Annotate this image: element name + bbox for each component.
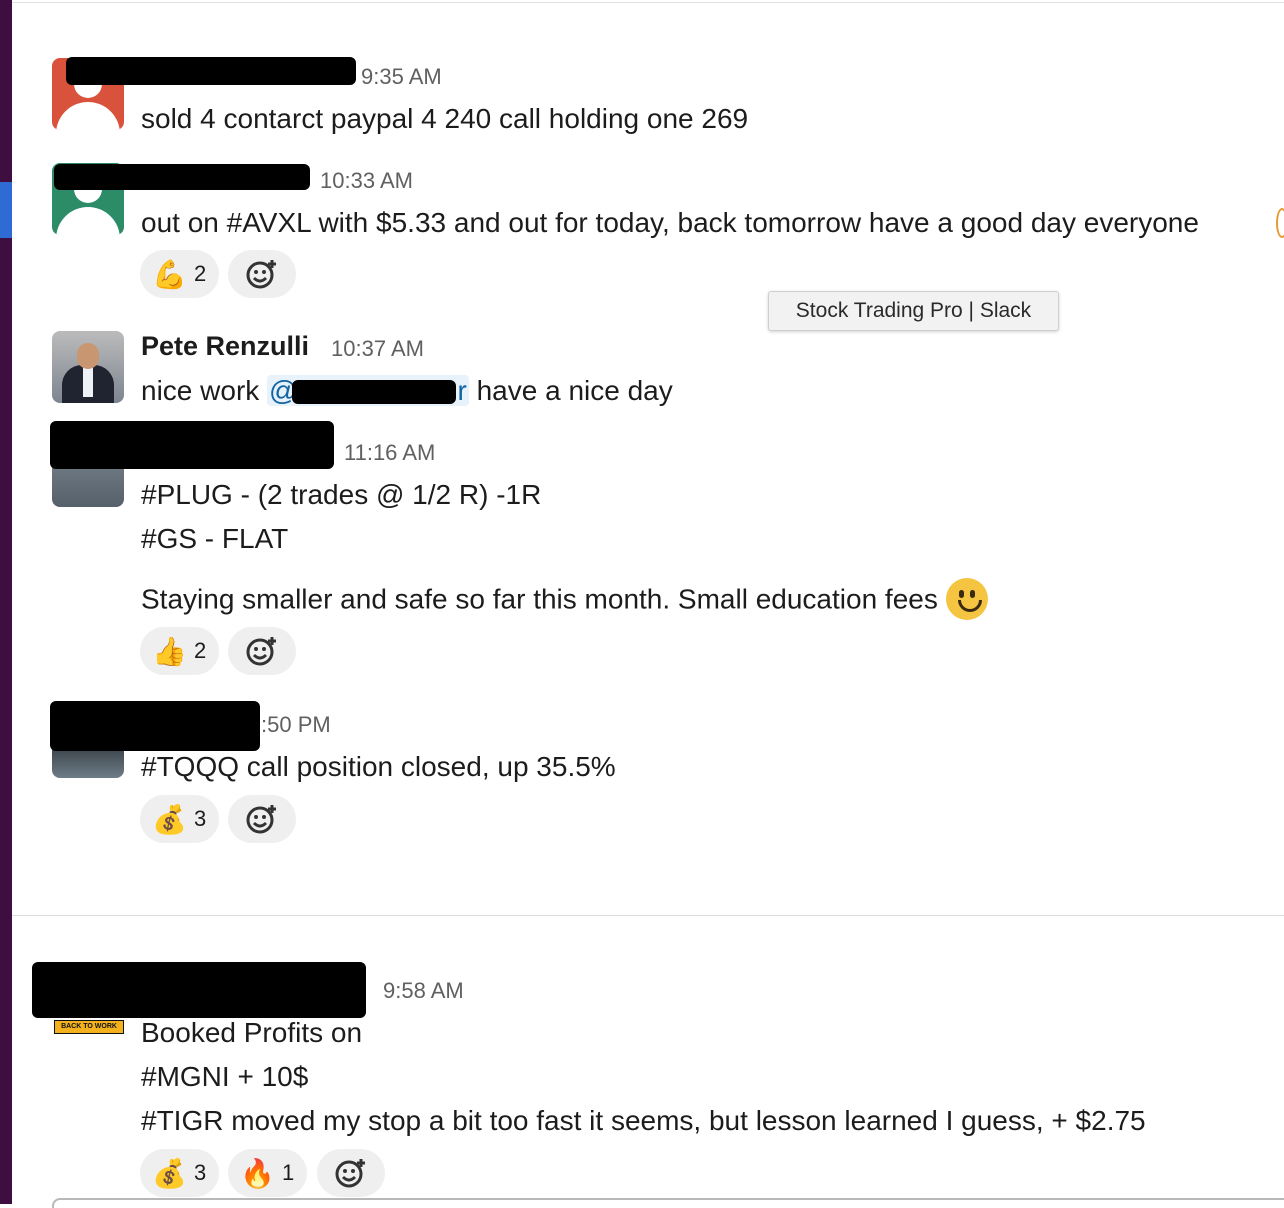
add-reaction-button[interactable] <box>228 795 296 843</box>
reaction-money-bag[interactable]: 💰 3 <box>140 1149 219 1197</box>
timestamp[interactable]: :50 PM <box>261 712 331 738</box>
day-divider <box>12 915 1284 916</box>
message-text: sold 4 contarct paypal 4 240 call holdin… <box>141 103 749 134</box>
reaction-count: 2 <box>194 638 207 663</box>
avatar-logo-text: BACK TO WORK <box>54 1020 124 1034</box>
add-reaction-button[interactable] <box>228 627 296 675</box>
top-divider <box>12 2 1284 3</box>
redacted-name <box>50 421 334 469</box>
message-composer[interactable] <box>52 1198 1284 1208</box>
emoji-partial <box>1276 208 1284 238</box>
flexed-biceps-icon: 💪 <box>152 258 187 290</box>
message-text: #GS - FLAT <box>141 523 289 554</box>
message-text-before: nice work <box>141 375 260 406</box>
fire-icon: 🔥 <box>240 1157 275 1189</box>
reaction-count: 3 <box>194 806 207 831</box>
message-text-content: Staying smaller and safe so far this mon… <box>141 583 938 615</box>
redacted-mention <box>292 380 456 404</box>
reaction-fire[interactable]: 🔥 1 <box>228 1149 307 1197</box>
active-indicator <box>0 182 12 238</box>
timestamp[interactable]: 10:33 AM <box>320 168 413 194</box>
reaction-flexed-biceps[interactable]: 💪 2 <box>140 250 219 298</box>
add-emoji-icon <box>246 637 276 666</box>
message-text: #TIGR moved my stop a bit too fast it se… <box>141 1105 1146 1136</box>
message-text: Staying smaller and safe so far this mon… <box>141 578 988 622</box>
message-text-after: have a nice day <box>476 375 673 406</box>
money-bag-icon: 💰 <box>152 1157 187 1189</box>
window-title-tooltip: Stock Trading Pro | Slack <box>768 291 1059 331</box>
reaction-count: 3 <box>194 1160 207 1185</box>
workspace-sidebar-edge <box>0 0 12 1204</box>
money-bag-icon: 💰 <box>152 803 187 835</box>
message-text: #PLUG - (2 trades @ 1/2 R) -1R <box>141 479 542 510</box>
reaction-count: 1 <box>282 1160 295 1185</box>
add-emoji-icon <box>335 1159 365 1188</box>
avatar[interactable] <box>52 331 124 403</box>
mention-suffix: r <box>457 375 467 406</box>
add-emoji-icon <box>246 805 276 834</box>
add-reaction-button[interactable] <box>317 1149 385 1197</box>
timestamp[interactable]: 9:58 AM <box>383 978 464 1004</box>
redacted-name <box>66 57 356 85</box>
reaction-money-bag[interactable]: 💰 3 <box>140 795 219 843</box>
timestamp[interactable]: 9:35 AM <box>361 64 442 90</box>
redacted-name <box>54 164 310 190</box>
redacted-name <box>50 701 260 751</box>
timestamp[interactable]: 11:16 AM <box>344 440 435 466</box>
message-text: #TQQQ call position closed, up 35.5% <box>141 751 616 782</box>
add-reaction-button[interactable] <box>228 250 296 298</box>
thumbs-up-icon: 👍 <box>152 635 187 667</box>
redacted-name <box>32 962 366 1018</box>
add-emoji-icon <box>246 260 276 289</box>
message-text: out on #AVXL with $5.33 and out for toda… <box>141 207 1199 238</box>
sender-name[interactable]: Pete Renzulli <box>141 331 309 362</box>
slightly-smiling-face-icon <box>945 578 988 620</box>
timestamp[interactable]: 10:37 AM <box>331 336 424 362</box>
message-text: #MGNI + 10$ <box>141 1061 309 1092</box>
reaction-count: 2 <box>194 261 207 286</box>
message-text: Booked Profits on <box>141 1017 363 1048</box>
reaction-thumbs-up[interactable]: 👍 2 <box>140 627 219 675</box>
